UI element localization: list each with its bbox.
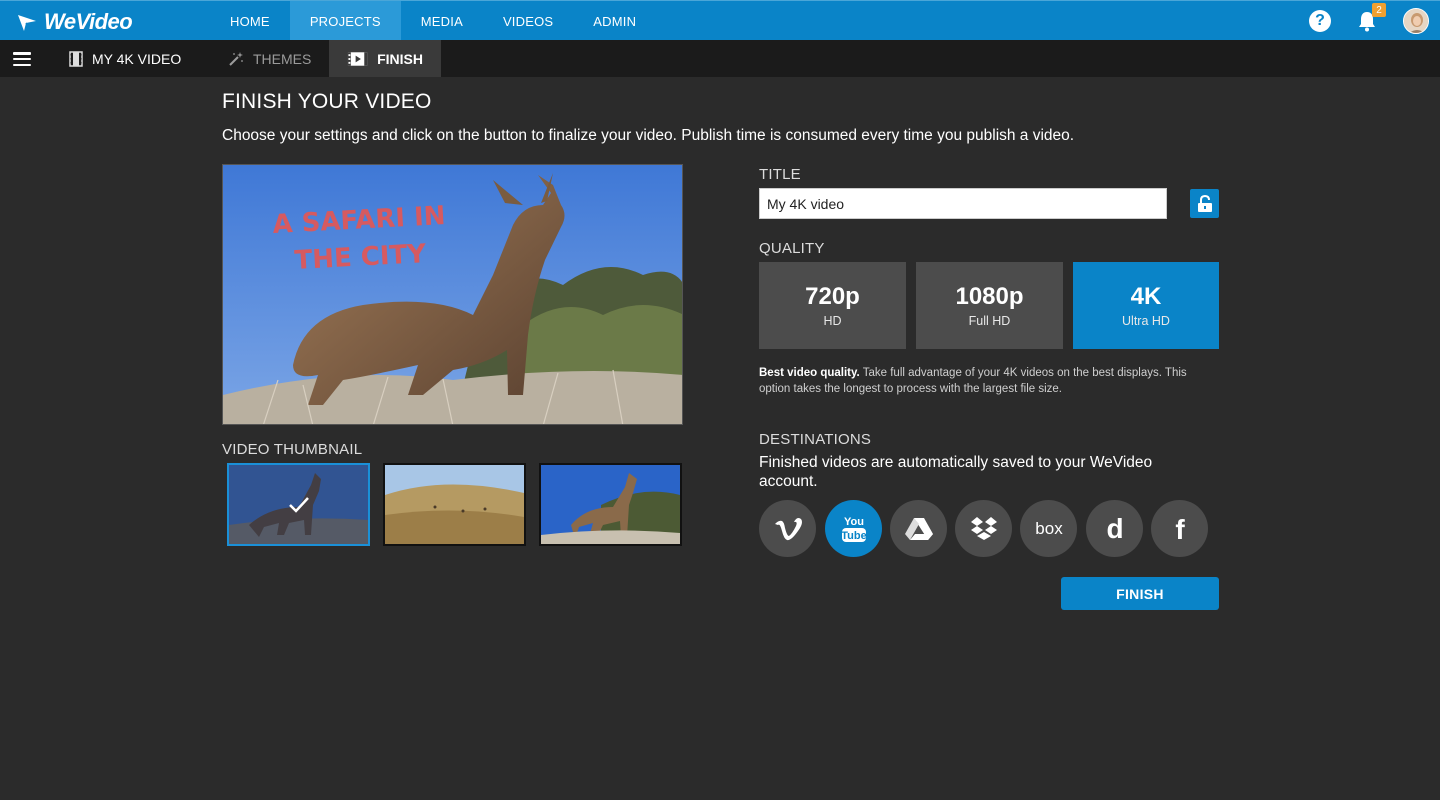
nav-projects[interactable]: PROJECTS [289, 1, 401, 41]
svg-text:box: box [1035, 519, 1063, 538]
quality-description-bold: Best video quality. [759, 367, 860, 379]
vimeo-icon [774, 517, 802, 540]
brand-name: WeVideo [44, 9, 133, 34]
help-icon[interactable]: ? [1309, 10, 1331, 32]
thumbnail-option-3[interactable] [539, 463, 682, 546]
project-toolbar: MY 4K VIDEO THEMES FINISH [0, 40, 1440, 77]
youtube-icon: You Tube [841, 516, 866, 542]
menu-icon[interactable] [13, 52, 31, 66]
dropbox-icon [970, 516, 997, 540]
tab-project[interactable]: MY 4K VIDEO [51, 40, 199, 77]
svg-text:d: d [1106, 514, 1123, 544]
thumbnail-image-3 [541, 465, 680, 544]
tab-themes[interactable]: THEMES [210, 40, 329, 77]
unlock-button[interactable] [1190, 189, 1219, 218]
destination-google-drive[interactable] [890, 500, 947, 557]
quality-option-sub: Full HD [968, 313, 1011, 328]
dailymotion-icon: d [1106, 514, 1123, 544]
quality-option-sub: Ultra HD [1122, 313, 1170, 328]
quality-option-main: 4K [1130, 282, 1162, 310]
title-label: TITLE [759, 166, 801, 183]
thumbnail-image-2 [385, 465, 524, 544]
quality-option-720p[interactable]: 720p HD [759, 262, 906, 349]
thumbnail-label: VIDEO THUMBNAIL [222, 441, 363, 458]
quality-description: Best video quality. Take full advantage … [759, 365, 1221, 397]
top-bar: WeVideo HOME PROJECTS MEDIA VIDEOS ADMIN… [0, 0, 1440, 41]
svg-text:You: You [844, 516, 864, 528]
destinations-description: Finished videos are automatically saved … [759, 454, 1153, 490]
wevideo-logo-icon [18, 15, 36, 31]
quality-option-sub: HD [823, 313, 842, 328]
destination-youtube[interactable]: You Tube [825, 500, 882, 557]
avatar-image [1404, 9, 1428, 33]
thumbnail-option-2[interactable] [383, 463, 526, 546]
user-avatar[interactable] [1403, 8, 1429, 34]
video-preview: A SAFARI IN THE CITY [222, 164, 683, 425]
tab-project-label: MY 4K VIDEO [92, 50, 182, 67]
video-play-icon [347, 51, 368, 66]
quality-option-main: 1080p [955, 282, 1024, 310]
finish-button[interactable]: FINISH [1061, 577, 1219, 610]
magic-wand-icon [229, 51, 243, 66]
tab-themes-label: THEMES [253, 50, 312, 67]
film-icon [69, 50, 83, 67]
destination-box[interactable]: box [1020, 500, 1077, 557]
nav-media[interactable]: MEDIA [401, 1, 483, 41]
destinations-label: DESTINATIONS [759, 431, 872, 448]
page-description: Choose your settings and click on the bu… [222, 127, 1075, 144]
destination-dailymotion[interactable]: d [1086, 500, 1143, 557]
svg-text:f: f [1175, 514, 1185, 544]
quality-label: QUALITY [759, 240, 825, 257]
nav-videos[interactable]: VIDEOS [483, 1, 573, 41]
quality-option-main: 720p [805, 282, 860, 310]
svg-text:Tube: Tube [841, 530, 866, 542]
box-icon: box [1035, 519, 1063, 538]
destination-vimeo[interactable] [759, 500, 816, 557]
thumbnail-option-1[interactable] [227, 463, 370, 546]
quality-option-1080p[interactable]: 1080p Full HD [916, 262, 1063, 349]
quality-option-4k[interactable]: 4K Ultra HD [1073, 262, 1219, 349]
notification-badge: 2 [1372, 3, 1386, 17]
unlock-icon [1197, 194, 1212, 212]
checkmark-icon [289, 497, 309, 513]
tab-finish-label: FINISH [377, 50, 423, 67]
page-title: FINISH YOUR VIDEO [222, 90, 432, 113]
google-drive-icon [904, 517, 933, 540]
destination-dropbox[interactable] [955, 500, 1012, 557]
facebook-icon: f [1175, 514, 1185, 544]
title-input[interactable] [759, 188, 1167, 219]
main-nav: HOME PROJECTS MEDIA VIDEOS ADMIN [210, 1, 656, 41]
nav-home[interactable]: HOME [210, 1, 290, 41]
wevideo-logo[interactable]: WeVideo [16, 8, 133, 36]
destination-facebook[interactable]: f [1151, 500, 1208, 557]
tab-finish[interactable]: FINISH [329, 40, 441, 77]
preview-image: A SAFARI IN THE CITY [223, 165, 682, 424]
nav-admin[interactable]: ADMIN [573, 1, 656, 41]
